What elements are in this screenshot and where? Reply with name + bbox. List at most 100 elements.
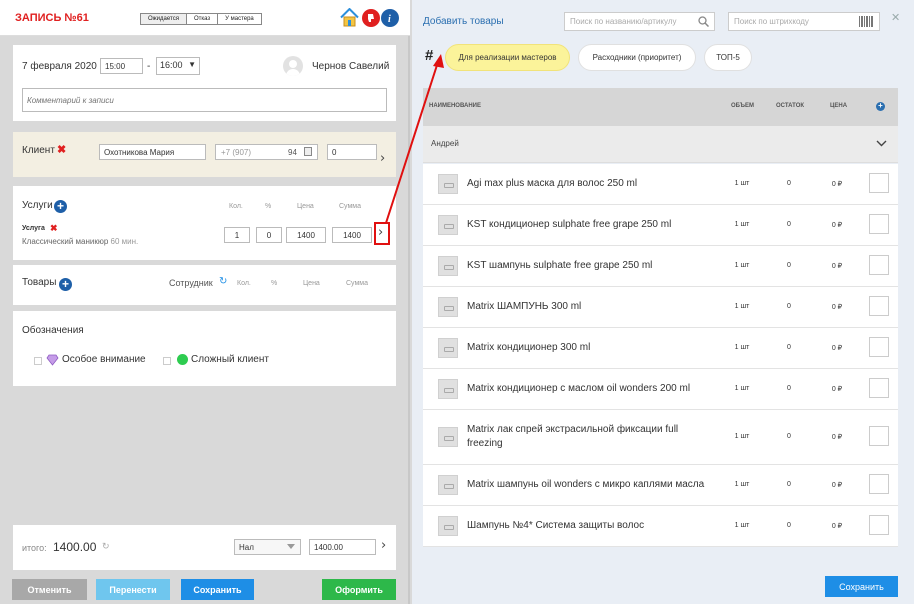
checkout-button[interactable]: Оформить <box>322 579 396 600</box>
barcode-placeholder: Поиск по штрихкоду <box>734 17 809 26</box>
service-price-input[interactable] <box>286 227 326 243</box>
close-icon[interactable]: ✕ <box>891 11 900 24</box>
status-tabs: Ожидается Отказ У мастера <box>140 13 262 25</box>
service-pct-input[interactable] <box>256 227 282 243</box>
product-stock: 0 <box>787 221 791 228</box>
product-select-checkbox[interactable] <box>869 515 889 535</box>
product-image-icon <box>438 256 458 276</box>
goods-col-qty: Кол. <box>237 280 251 287</box>
service-expand-button[interactable]: › <box>374 222 390 245</box>
dislike-icon[interactable] <box>362 9 380 27</box>
product-volume: 1 шт <box>734 344 750 351</box>
table-row[interactable]: KST кондиционер sulphate free grape 250 … <box>423 205 898 246</box>
filter-for-masters[interactable]: Для реализации мастеров <box>445 44 570 71</box>
table-row[interactable]: Matrix шампунь oil wonders с микро капля… <box>423 465 898 506</box>
product-name: KST кондиционер sulphate free grape 250 … <box>467 219 672 230</box>
status-tab-refused[interactable]: Отказ <box>186 14 219 24</box>
client-card: Клиент ✖ +7 (907) 94 › <box>13 132 396 177</box>
product-volume: 1 шт <box>734 180 750 187</box>
table-row[interactable]: Matrix лак спрей экстрасильной фиксации … <box>423 410 898 465</box>
chevron-right-icon[interactable]: › <box>380 151 385 166</box>
mark-label-attention: Особое внимание <box>62 354 146 365</box>
barcode-input[interactable]: Поиск по штрихкоду <box>728 12 880 31</box>
barcode-icon <box>859 16 873 27</box>
client-phone-field[interactable]: +7 (907) 94 <box>215 144 318 160</box>
search-placeholder: Поиск по названию/артикулу <box>570 17 677 26</box>
table-row[interactable]: Matrix ШАМПУНЬ 300 ml 1 шт 0 0 ₽ <box>423 287 898 328</box>
cancel-button[interactable]: Отменить <box>12 579 87 600</box>
table-row[interactable]: Matrix кондиционер с маслом oil wonders … <box>423 369 898 410</box>
product-select-checkbox[interactable] <box>869 296 889 316</box>
refresh-icon[interactable]: ↻ <box>102 541 110 552</box>
product-stock: 0 <box>787 481 791 488</box>
mark-checkbox-difficult[interactable] <box>163 357 171 365</box>
product-stock: 0 <box>787 522 791 529</box>
table-row[interactable]: KST шампунь sulphate free grape 250 ml 1… <box>423 246 898 287</box>
search-input[interactable]: Поиск по названию/артикулу <box>564 12 715 31</box>
close-icon[interactable]: ✖ <box>57 143 66 156</box>
filter-top5[interactable]: ТОП-5 <box>704 44 752 71</box>
panel-save-button[interactable]: Сохранить <box>825 576 898 597</box>
product-select-checkbox[interactable] <box>869 214 889 234</box>
save-button[interactable]: Сохранить <box>181 579 254 600</box>
table-row[interactable]: Agi max plus маска для волос 250 ml 1 шт… <box>423 164 898 205</box>
product-select-checkbox[interactable] <box>869 426 889 446</box>
product-select-checkbox[interactable] <box>869 378 889 398</box>
add-service-icon[interactable]: + <box>54 200 67 213</box>
client-discount-input[interactable] <box>327 144 377 160</box>
table-row[interactable]: Шампунь №4* Система защиты волос 1 шт 0 … <box>423 506 898 547</box>
add-column-icon[interactable]: + <box>876 102 885 111</box>
product-select-checkbox[interactable] <box>869 173 889 193</box>
status-tab-expected[interactable]: Ожидается <box>141 14 187 24</box>
add-goods-icon[interactable]: + <box>59 278 72 291</box>
time-from-input[interactable] <box>100 58 143 74</box>
info-icon[interactable]: i <box>381 9 399 27</box>
remove-service-icon[interactable]: ✖ <box>50 223 58 234</box>
comment-field[interactable] <box>22 88 387 112</box>
diamond-icon <box>46 354 59 366</box>
product-price: 0 ₽ <box>831 304 843 311</box>
group-row[interactable]: Андрей <box>423 126 898 163</box>
table-row[interactable]: Matrix кондиционер 300 ml 1 шт 0 0 ₽ <box>423 328 898 369</box>
product-image-icon <box>438 427 458 447</box>
services-label: Услуги <box>22 200 53 211</box>
chevron-right-icon: › <box>378 225 384 240</box>
client-name-input[interactable] <box>99 144 206 160</box>
appointment-panel: ЗАПИСЬ №61 Ожидается Отказ У мастера i 7… <box>0 0 410 604</box>
mark-checkbox-attention[interactable] <box>34 357 42 365</box>
status-tab-at-master[interactable]: У мастера <box>218 14 261 24</box>
product-select-checkbox[interactable] <box>869 474 889 494</box>
services-col-sum: Сумма <box>339 203 361 210</box>
product-stock: 0 <box>787 433 791 440</box>
service-qty-input[interactable] <box>224 227 250 243</box>
svg-text:i: i <box>388 14 391 25</box>
product-name: Matrix шампунь oil wonders с микро капля… <box>467 479 705 490</box>
chevron-right-icon[interactable]: › <box>381 538 386 553</box>
appointment-date[interactable]: 7 февраля 2020 <box>22 61 97 72</box>
refresh-icon[interactable]: ↻ <box>219 276 227 287</box>
product-price: 0 ₽ <box>831 222 843 229</box>
product-price: 0 ₽ <box>831 523 843 530</box>
copy-icon[interactable] <box>304 147 312 156</box>
client-phone-tail: 94 <box>288 148 297 157</box>
time-to-select[interactable]: 16:00 ▼ <box>156 57 200 75</box>
goods-employee-col: Сотрудник <box>169 278 213 288</box>
col-volume: ОБЪЕМ <box>731 103 754 109</box>
filter-consumables[interactable]: Расходники (приоритет) <box>578 44 696 71</box>
services-card: Услуги + Кол. % Цена Сумма Услуга ✖ Клас… <box>13 186 396 260</box>
move-button[interactable]: Перенести <box>96 579 170 600</box>
pay-amount-input[interactable] <box>309 539 376 555</box>
product-volume: 1 шт <box>734 385 750 392</box>
product-volume: 1 шт <box>734 522 750 529</box>
hash-tag: # <box>425 47 434 64</box>
goods-col-pct: % <box>271 280 278 287</box>
products-table-header: НАИМЕНОВАНИЕ ОБЪЕМ ОСТАТОК ЦЕНА + <box>423 88 898 126</box>
chevron-down-icon <box>876 140 887 147</box>
home-icon[interactable] <box>340 8 359 27</box>
product-stock: 0 <box>787 303 791 310</box>
service-sum-input[interactable] <box>332 227 372 243</box>
goods-col-sum: Сумма <box>346 280 368 287</box>
product-select-checkbox[interactable] <box>869 337 889 357</box>
pay-method-select[interactable]: Нал <box>234 539 301 555</box>
product-select-checkbox[interactable] <box>869 255 889 275</box>
